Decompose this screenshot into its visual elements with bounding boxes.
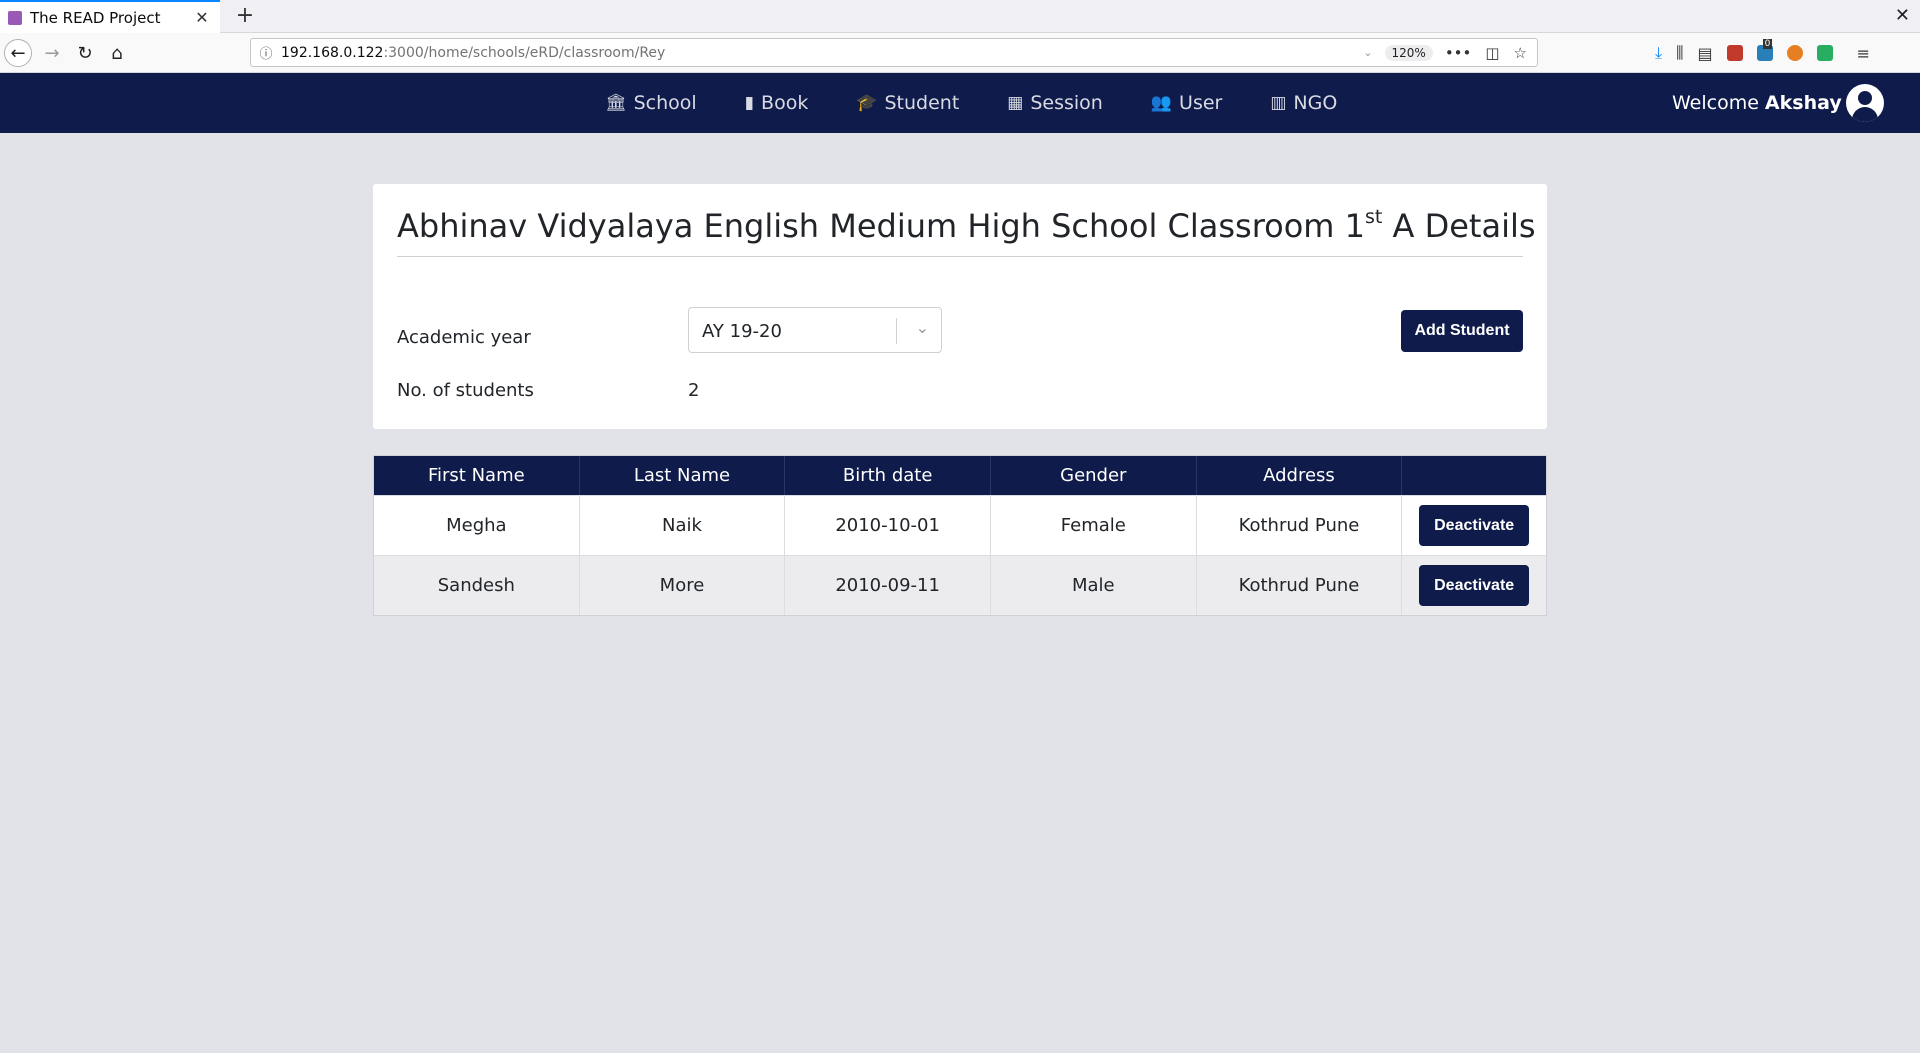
back-arrow-icon[interactable]: ←	[4, 39, 32, 67]
window-close-icon[interactable]: ✕	[1895, 5, 1910, 26]
table-row: Megha Naik 2010-10-01 Female Kothrud Pun…	[374, 495, 1546, 555]
cell-address: Kothrud Pune	[1197, 496, 1403, 555]
user-name: Akshay	[1764, 92, 1842, 114]
select-separator	[896, 318, 897, 344]
cell-birth-date: 2010-10-01	[785, 496, 991, 555]
pocket-icon[interactable]: ◫	[1485, 44, 1499, 62]
bank-icon: 🏛	[605, 93, 627, 113]
chevron-down-icon[interactable]: ⌄	[916, 318, 929, 337]
info-icon[interactable]: ⓘ	[251, 43, 281, 62]
nav-label: Session	[1030, 92, 1103, 114]
forward-arrow-icon[interactable]: →	[38, 39, 66, 67]
browser-toolbar: ← → ↻ ⌂ ⓘ 192.168.0.122 :3000/home/schoo…	[0, 33, 1920, 73]
download-icon[interactable]: ⤓	[1655, 43, 1662, 63]
welcome-label: Welcome	[1672, 92, 1759, 114]
column-header-first-name: First Name	[374, 456, 580, 495]
sidebar-icon[interactable]: ▤	[1697, 44, 1712, 63]
nav-label: NGO	[1293, 92, 1338, 114]
column-header-gender: Gender	[991, 456, 1197, 495]
cell-address: Kothrud Pune	[1197, 556, 1403, 615]
nav-item-session[interactable]: ▦ Session	[1007, 92, 1103, 114]
academic-year-value: AY 19-20	[702, 321, 782, 342]
deactivate-button[interactable]: Deactivate	[1419, 505, 1530, 546]
welcome-text: Welcome Akshay	[1672, 73, 1842, 133]
toolbar-icons: ⤓ ⫼ ▤ 0 ≡	[1655, 39, 1870, 63]
nav-item-book[interactable]: ▮ Book	[745, 92, 809, 114]
nav-label: Book	[761, 92, 809, 114]
nav-item-user[interactable]: 👥 User	[1151, 92, 1222, 114]
users-icon: 👥	[1150, 93, 1173, 113]
url-dropdown-icon[interactable]: ⌄	[1363, 46, 1372, 59]
extension-green-icon[interactable]	[1816, 45, 1833, 61]
nav-item-school[interactable]: 🏛 School	[605, 92, 697, 114]
new-tab-icon[interactable]: +	[232, 3, 258, 29]
column-header-action	[1402, 456, 1546, 495]
url-host: 192.168.0.122	[281, 44, 384, 61]
table-row: Sandesh More 2010-09-11 Male Kothrud Pun…	[374, 555, 1546, 615]
nav-label: Student	[884, 92, 960, 114]
tab-title: The READ Project	[30, 8, 161, 27]
student-count-value: 2	[688, 380, 700, 401]
reload-icon[interactable]: ↻	[71, 39, 99, 67]
student-count-label: No. of students	[397, 380, 534, 401]
book-icon: ▮	[744, 93, 755, 113]
nav-label: School	[633, 92, 697, 114]
table-header: First Name Last Name Birth date Gender A…	[374, 456, 1546, 495]
cell-first-name: Sandesh	[374, 556, 580, 615]
cell-gender: Female	[991, 496, 1197, 555]
browser-tab[interactable]: The READ Project ✕	[0, 0, 220, 33]
url-bar[interactable]: ⓘ 192.168.0.122 :3000/home/schools/eRD/c…	[250, 38, 1538, 67]
column-header-address: Address	[1197, 456, 1403, 495]
building-icon: ▥	[1270, 93, 1287, 113]
close-tab-icon[interactable]: ✕	[192, 8, 212, 27]
user-avatar-icon[interactable]	[1846, 84, 1884, 122]
cell-action: Deactivate	[1402, 556, 1546, 615]
extension-blue-icon[interactable]: 0	[1756, 39, 1773, 61]
home-icon[interactable]: ⌂	[103, 39, 131, 67]
favicon-icon	[8, 10, 22, 25]
cell-action: Deactivate	[1402, 496, 1546, 555]
graduation-cap-icon: 🎓	[856, 93, 878, 113]
nav-item-ngo[interactable]: ▥ NGO	[1270, 92, 1337, 114]
extension-red-icon[interactable]	[1726, 45, 1743, 61]
add-student-button[interactable]: Add Student	[1401, 310, 1523, 352]
page-actions-icon[interactable]: •••	[1445, 44, 1472, 62]
menu-icon[interactable]: ≡	[1857, 44, 1870, 63]
zoom-level[interactable]: 120%	[1384, 44, 1433, 61]
bookmark-star-icon[interactable]: ☆	[1514, 44, 1527, 62]
students-table: First Name Last Name Birth date Gender A…	[373, 455, 1547, 616]
academic-year-label: Academic year	[397, 327, 531, 348]
cell-gender: Male	[991, 556, 1197, 615]
academic-year-select[interactable]: AY 19-20 ⌄	[688, 307, 942, 353]
classroom-details-card: Abhinav Vidyalaya English Medium High Sc…	[373, 184, 1547, 429]
extension-orange-icon[interactable]	[1786, 45, 1803, 61]
main-nav: 🏛 School ▮ Book 🎓 Student ▦ Session 👥 Us…	[605, 73, 1385, 133]
column-header-birth-date: Birth date	[785, 456, 991, 495]
notification-badge: 0	[1762, 39, 1773, 49]
calendar-icon: ▦	[1007, 93, 1024, 113]
app-navbar: 🏛 School ▮ Book 🎓 Student ▦ Session 👥 Us…	[0, 73, 1920, 133]
cell-last-name: Naik	[580, 496, 786, 555]
browser-tabstrip: The READ Project ✕ + ✕	[0, 0, 1920, 33]
column-header-last-name: Last Name	[580, 456, 786, 495]
cell-last-name: More	[580, 556, 786, 615]
library-icon[interactable]: ⫼	[1676, 43, 1683, 63]
deactivate-button[interactable]: Deactivate	[1419, 565, 1530, 606]
nav-item-student[interactable]: 🎓 Student	[856, 92, 959, 114]
url-path: :3000/home/schools/eRD/classroom/Rey	[383, 44, 666, 61]
cell-first-name: Megha	[374, 496, 580, 555]
nav-label: User	[1179, 92, 1223, 114]
cell-birth-date: 2010-09-11	[785, 556, 991, 615]
title-divider	[397, 256, 1523, 257]
page-title: Abhinav Vidyalaya English Medium High Sc…	[397, 206, 1536, 245]
